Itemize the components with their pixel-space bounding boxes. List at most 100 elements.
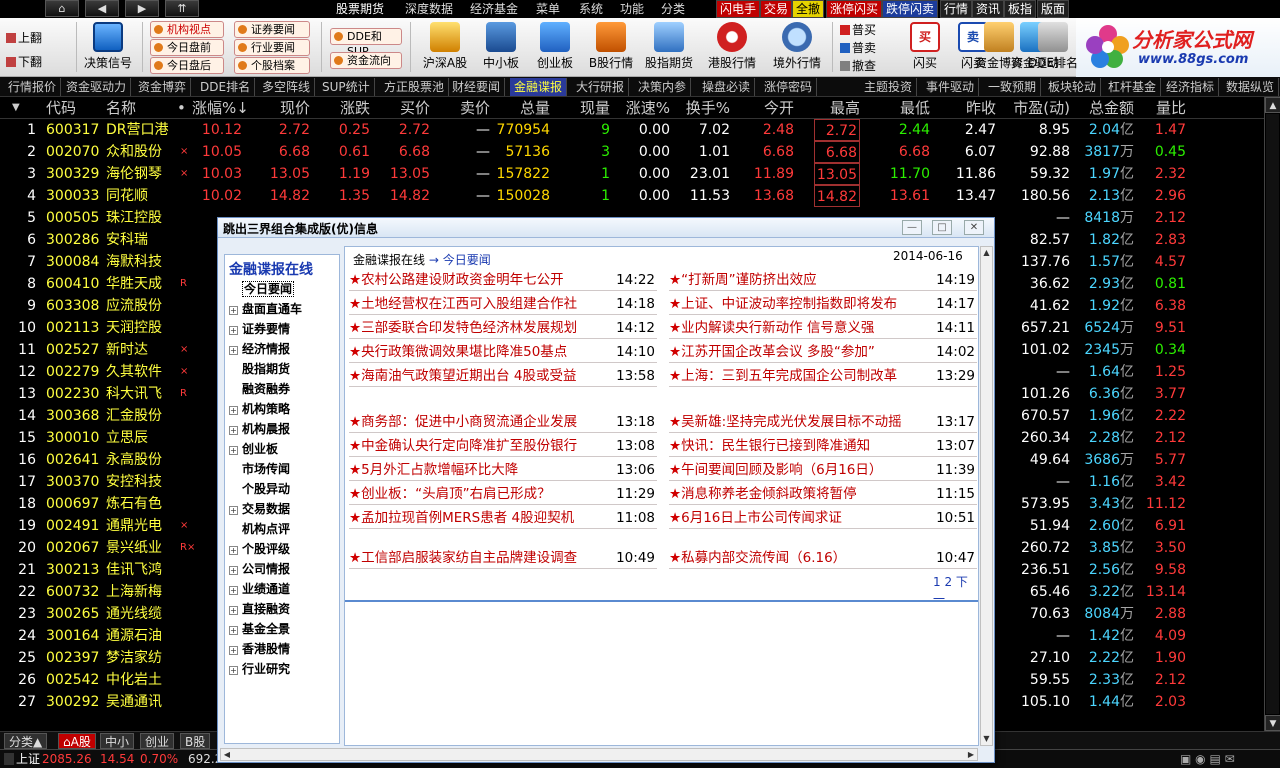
- sidebar-item-8[interactable]: + 创业板: [229, 439, 278, 459]
- sidebar-item-17[interactable]: + 基金全景: [229, 619, 290, 639]
- expand-icon[interactable]: +: [229, 606, 238, 615]
- col-cur-volume[interactable]: 现量: [550, 99, 610, 117]
- sidebar-item-12[interactable]: 机构点评: [229, 519, 290, 539]
- expand-icon[interactable]: +: [229, 586, 238, 595]
- sidebar-item-16[interactable]: + 直接融资: [229, 599, 290, 619]
- col-prev-close[interactable]: 昨收: [930, 99, 996, 117]
- sidebar-item-4[interactable]: 股指期货: [229, 359, 290, 379]
- page-up-button[interactable]: 上翻: [6, 29, 42, 47]
- news-item[interactable]: ★“打新周”谨防挤出效应 14:19: [669, 269, 977, 291]
- tab-8[interactable]: 金融谍报: [510, 78, 568, 96]
- sidebar-item-7[interactable]: + 机构晨报: [229, 419, 290, 439]
- menu-item-3[interactable]: 菜单: [536, 0, 560, 18]
- expand-icon[interactable]: +: [229, 506, 238, 515]
- news-item[interactable]: ★上证、中证波动率控制指数即将发布 14:17: [669, 293, 977, 315]
- popup-hscrollbar[interactable]: ◀ ▶: [220, 748, 978, 761]
- fund-game-button[interactable]: 资金博弈: [972, 20, 1026, 76]
- table-row[interactable]: 3 300329 海伦钢琴 × 10.03 13.05 1.19 13.05—157822 1 0…: [0, 163, 1264, 185]
- top-button-7[interactable]: 板指: [1004, 0, 1037, 18]
- col-name[interactable]: 名称: [106, 99, 136, 117]
- news-item[interactable]: ★消息称养老金倾斜政策将暂停 11:15: [669, 483, 977, 505]
- col-code[interactable]: 代码: [46, 99, 76, 117]
- tab-6[interactable]: 方正股票池: [380, 78, 450, 96]
- table-row[interactable]: 2 002070 众和股份 × 10.05 6.68 0.61 6.68—57136 3 0.00…: [0, 141, 1264, 163]
- news-item[interactable]: ★上海：三到五年完成国企公司制改革 13:29: [669, 365, 977, 387]
- news-item[interactable]: ★5月外汇占款增幅环比大降 13:06: [349, 459, 657, 481]
- table-row[interactable]: 4 300033 同花顺 10.02 14.82 1.35 14.82 — 150028 1 0.0…: [0, 185, 1264, 207]
- sidebar-item-9[interactable]: 市场传闻: [229, 459, 290, 479]
- popup-scroll-up-icon[interactable]: ▲: [981, 247, 992, 259]
- expand-icon[interactable]: +: [229, 406, 238, 415]
- top-button-6[interactable]: 资讯: [972, 0, 1005, 18]
- tab-19[interactable]: 数据纵览: [1222, 78, 1280, 96]
- sidebar-item-0[interactable]: 今日要闻: [229, 279, 295, 299]
- expand-icon[interactable]: +: [229, 426, 238, 435]
- news-item[interactable]: ★三部委联合印发特色经济林发展规划 14:12: [349, 317, 657, 339]
- hk-stocks-button[interactable]: 港股行情: [705, 20, 759, 76]
- news-item[interactable]: ★业内解读央行新动作 信号意义强 14:11: [669, 317, 977, 339]
- scroll-up-icon[interactable]: ▲: [1265, 97, 1280, 113]
- col-low[interactable]: 最低: [860, 99, 930, 117]
- tab-13[interactable]: 主题投资: [860, 78, 918, 96]
- top-button-3[interactable]: 涨停闪买: [826, 0, 883, 18]
- normal-sell-button[interactable]: 普卖: [840, 39, 876, 57]
- col-price[interactable]: 现价: [250, 99, 310, 117]
- expand-icon[interactable]: +: [229, 446, 238, 455]
- expand-icon[interactable]: +: [229, 566, 238, 575]
- top-button-2[interactable]: 全撤: [792, 0, 825, 18]
- tab-5[interactable]: SUP统计: [318, 78, 375, 96]
- table-row[interactable]: 1 600317 DR营口港 10.12 2.72 0.25 2.72 — 770954 9 0.0…: [0, 119, 1264, 141]
- pill-institution-view[interactable]: 机构视点: [150, 21, 224, 38]
- tab-18[interactable]: 经济指标: [1162, 78, 1220, 96]
- table-scrollbar[interactable]: ▲ ▼: [1264, 97, 1280, 731]
- btab-a-shares[interactable]: ⌂A股: [58, 733, 96, 749]
- news-item[interactable]: ★中金确认央行定向降准扩至股份银行 13:08: [349, 435, 657, 457]
- btab-b-shares[interactable]: B股: [180, 733, 211, 749]
- tab-2[interactable]: 资金博弈: [134, 78, 192, 96]
- pill-postmarket[interactable]: 今日盘后: [150, 57, 224, 74]
- popup-scroll-right-icon[interactable]: ▶: [965, 749, 977, 760]
- col-vol-ratio[interactable]: 量比: [1134, 99, 1186, 117]
- popup-scroll-left-icon[interactable]: ◀: [221, 749, 233, 760]
- expand-icon[interactable]: +: [229, 306, 238, 315]
- sidebar-item-6[interactable]: + 机构策略: [229, 399, 290, 419]
- top-button-1[interactable]: 交易: [760, 0, 793, 18]
- top-icon[interactable]: ⇈: [165, 0, 199, 17]
- cancel-query-button[interactable]: 撤查: [840, 57, 876, 75]
- tab-1[interactable]: 资金驱动力: [62, 78, 132, 96]
- pill-premarket[interactable]: 今日盘前: [150, 39, 224, 56]
- tab-7[interactable]: 财经要闻: [448, 78, 506, 96]
- news-item[interactable]: ★孟加拉现首例MERS患者 4股迎契机 11:08: [349, 507, 657, 529]
- sidebar-item-11[interactable]: + 交易数据: [229, 499, 290, 519]
- normal-buy-button[interactable]: 普买: [840, 21, 876, 39]
- col-open[interactable]: 今开: [730, 99, 794, 117]
- news-item[interactable]: ★吴新雄:坚持完成光伏发展目标不动摇 13:17: [669, 411, 977, 433]
- tab-12[interactable]: 涨停密码: [760, 78, 818, 96]
- index-futures-button[interactable]: 股指期货: [642, 20, 696, 76]
- news-popup-window[interactable]: 跳出三界组合集成版(优)信息 — □ ✕ 金融谍报在线 今日要闻 + 盘面直通车 + 证…: [217, 217, 995, 763]
- sidebar-item-1[interactable]: + 盘面直通车: [229, 299, 302, 319]
- decision-signal-button[interactable]: 决策信号: [81, 20, 135, 76]
- menu-item-6[interactable]: 分类: [661, 0, 685, 18]
- col-pct[interactable]: 涨幅%↓: [192, 99, 249, 117]
- sidebar-item-5[interactable]: 融资融券: [229, 379, 290, 399]
- pill-industry-news[interactable]: 行业要闻: [234, 39, 310, 56]
- expand-icon[interactable]: +: [229, 546, 238, 555]
- sme-board-button[interactable]: 中小板: [474, 20, 528, 76]
- sidebar-item-2[interactable]: + 证券要情: [229, 319, 290, 339]
- col-change[interactable]: 涨跌: [310, 99, 370, 117]
- flash-buy-button[interactable]: 买闪买: [898, 20, 952, 76]
- col-volume[interactable]: 总量: [490, 99, 550, 117]
- col-ask[interactable]: 卖价: [430, 99, 490, 117]
- home-icon[interactable]: ⌂: [45, 0, 79, 17]
- col-speed[interactable]: 涨速%: [610, 99, 670, 117]
- top-button-5[interactable]: 行情: [940, 0, 973, 18]
- btab-sme[interactable]: 中小: [100, 733, 135, 749]
- news-item[interactable]: ★土地经营权在江西可入股组建合作社 14:18: [349, 293, 657, 315]
- btab-gem[interactable]: 创业: [140, 733, 175, 749]
- expand-icon[interactable]: +: [229, 626, 238, 635]
- menu-item-5[interactable]: 功能: [620, 0, 644, 18]
- tab-15[interactable]: 一致预期: [984, 78, 1042, 96]
- menu-item-4[interactable]: 系统: [579, 0, 603, 18]
- news-item[interactable]: ★私募内部交流传闻（6.16） 10:47: [669, 547, 977, 569]
